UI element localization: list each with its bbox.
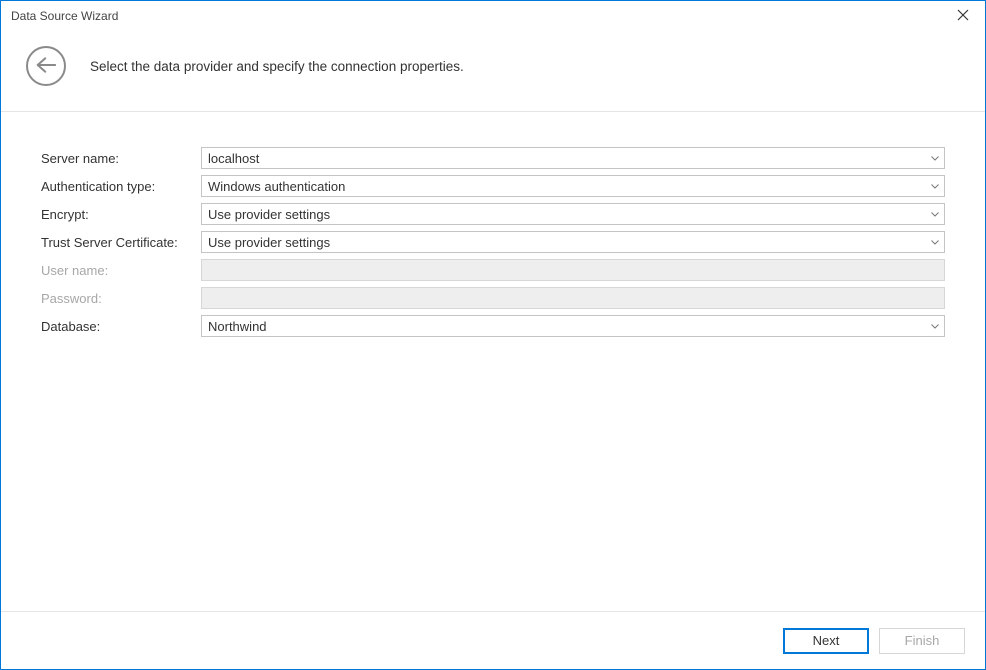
- input-trust-cert[interactable]: Use provider settings: [201, 231, 945, 253]
- row-auth-type: Authentication type: Windows authenticat…: [41, 175, 945, 197]
- value-database: Northwind: [202, 319, 926, 334]
- instruction-text: Select the data provider and specify the…: [90, 59, 464, 74]
- row-encrypt: Encrypt: Use provider settings: [41, 203, 945, 225]
- value-trust-cert: Use provider settings: [202, 235, 926, 250]
- label-auth-type: Authentication type:: [41, 179, 201, 194]
- row-server-name: Server name: localhost: [41, 147, 945, 169]
- row-trust-cert: Trust Server Certificate: Use provider s…: [41, 231, 945, 253]
- row-user-name: User name:: [41, 259, 945, 281]
- row-password: Password:: [41, 287, 945, 309]
- chevron-down-icon[interactable]: [926, 212, 944, 217]
- label-trust-cert: Trust Server Certificate:: [41, 235, 201, 250]
- back-button[interactable]: [26, 46, 66, 86]
- input-user-name: [201, 259, 945, 281]
- chevron-down-icon[interactable]: [926, 184, 944, 189]
- finish-button: Finish: [879, 628, 965, 654]
- label-database: Database:: [41, 319, 201, 334]
- next-button[interactable]: Next: [783, 628, 869, 654]
- label-password: Password:: [41, 291, 201, 306]
- row-database: Database: Northwind: [41, 315, 945, 337]
- wizard-window: Data Source Wizard Select the data provi…: [0, 0, 986, 670]
- chevron-down-icon[interactable]: [926, 156, 944, 161]
- input-encrypt[interactable]: Use provider settings: [201, 203, 945, 225]
- wizard-footer: Next Finish: [1, 611, 985, 669]
- chevron-down-icon[interactable]: [926, 240, 944, 245]
- value-encrypt: Use provider settings: [202, 207, 926, 222]
- input-database[interactable]: Northwind: [201, 315, 945, 337]
- wizard-header: Select the data provider and specify the…: [1, 31, 985, 112]
- label-user-name: User name:: [41, 263, 201, 278]
- close-button[interactable]: [940, 1, 985, 31]
- form-area: Server name: localhost Authentication ty…: [1, 112, 985, 611]
- titlebar: Data Source Wizard: [1, 1, 985, 31]
- input-server-name[interactable]: localhost: [201, 147, 945, 169]
- value-auth-type: Windows authentication: [202, 179, 926, 194]
- input-password: [201, 287, 945, 309]
- chevron-down-icon[interactable]: [926, 324, 944, 329]
- value-server-name: localhost: [202, 151, 926, 166]
- input-auth-type[interactable]: Windows authentication: [201, 175, 945, 197]
- label-server-name: Server name:: [41, 151, 201, 166]
- window-title: Data Source Wizard: [11, 9, 940, 23]
- back-arrow-icon: [36, 57, 56, 76]
- label-encrypt: Encrypt:: [41, 207, 201, 222]
- close-icon: [957, 9, 969, 24]
